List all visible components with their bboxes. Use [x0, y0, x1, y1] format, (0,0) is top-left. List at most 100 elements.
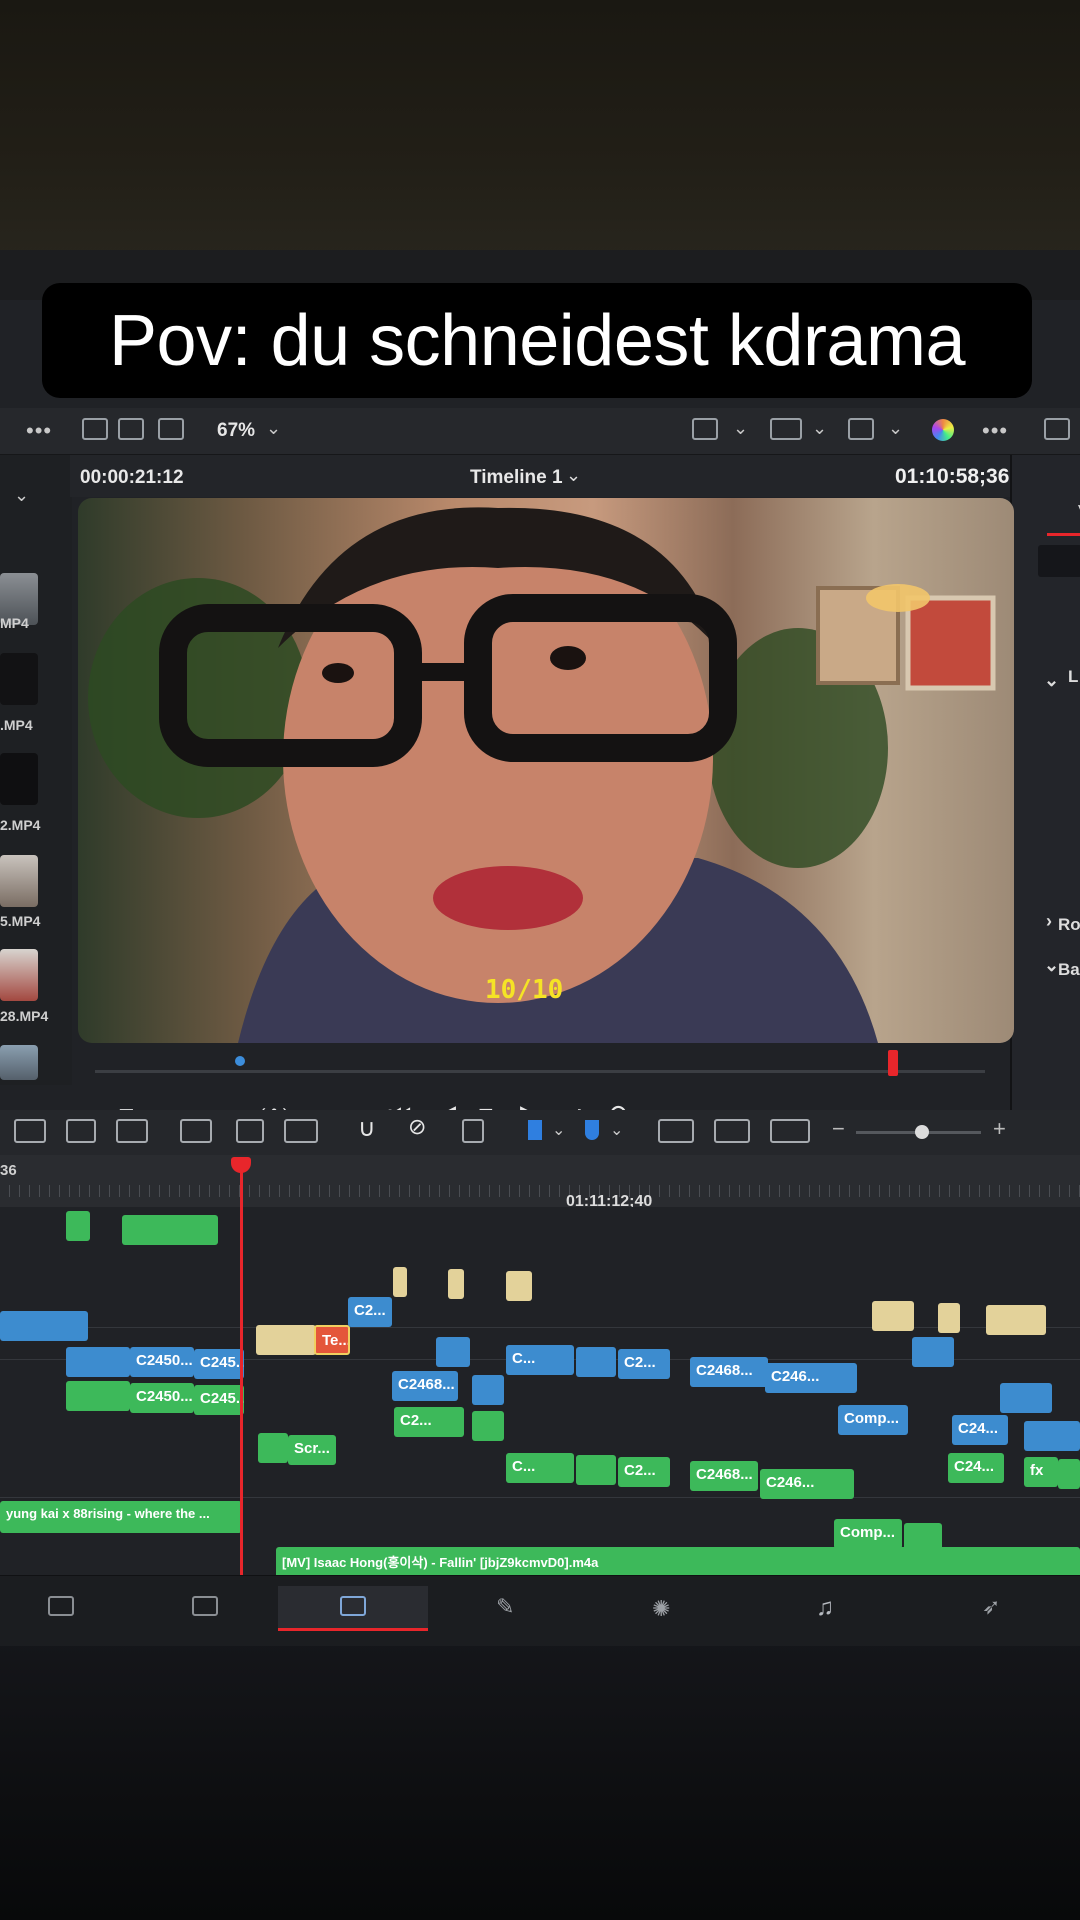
- overwrite-clip-icon[interactable]: [284, 1119, 318, 1143]
- chevron-down-icon[interactable]: ⌄: [266, 418, 281, 439]
- clip[interactable]: C2468...: [392, 1371, 458, 1401]
- clip[interactable]: [912, 1337, 954, 1367]
- chevron-down-icon[interactable]: ⌄: [552, 1120, 565, 1140]
- zoom-slider-handle[interactable]: [915, 1125, 929, 1139]
- hq-icon[interactable]: [770, 418, 802, 440]
- selection-mode-icon[interactable]: [14, 1119, 46, 1143]
- timeline-tracks[interactable]: Te... C2... C2450... C245... C... C2... …: [0, 1207, 1080, 1579]
- fairlight-page-icon[interactable]: ♫: [816, 1594, 834, 1622]
- clip[interactable]: Scr...: [288, 1435, 336, 1465]
- clip[interactable]: [472, 1411, 504, 1441]
- clip[interactable]: [986, 1305, 1046, 1335]
- lock-icon[interactable]: [462, 1119, 484, 1143]
- flag-icon[interactable]: [528, 1120, 542, 1140]
- clip[interactable]: C2...: [618, 1457, 670, 1487]
- media-thumbnail[interactable]: [0, 855, 38, 907]
- clip[interactable]: C24...: [952, 1415, 1008, 1445]
- clip[interactable]: C...: [506, 1453, 574, 1483]
- chevron-down-icon[interactable]: ⌄: [888, 418, 903, 439]
- clip-view-icon[interactable]: [118, 418, 144, 440]
- media-page-icon[interactable]: [48, 1596, 74, 1616]
- clip[interactable]: fx: [1024, 1457, 1058, 1487]
- chevron-down-icon[interactable]: ⌄: [14, 485, 29, 506]
- clip[interactable]: C2...: [618, 1349, 670, 1379]
- clip[interactable]: C2...: [348, 1297, 392, 1327]
- timeline-ruler[interactable]: [0, 1155, 1080, 1208]
- clip[interactable]: C...: [506, 1345, 574, 1375]
- zoom-in-icon[interactable]: +: [993, 1116, 1006, 1142]
- clip[interactable]: [576, 1455, 616, 1485]
- clip[interactable]: [506, 1271, 532, 1301]
- clip[interactable]: [872, 1301, 914, 1331]
- transform-icon[interactable]: [848, 418, 874, 440]
- inspector-section-label[interactable]: Ro: [1058, 915, 1080, 935]
- zoom-level[interactable]: 67%: [217, 420, 255, 442]
- clip[interactable]: [66, 1211, 90, 1241]
- clip[interactable]: Comp...: [838, 1405, 908, 1435]
- clip[interactable]: C2450...: [130, 1347, 194, 1377]
- timeline-playhead[interactable]: [240, 1160, 243, 1580]
- clip[interactable]: C246...: [765, 1363, 857, 1393]
- clip[interactable]: [448, 1269, 464, 1299]
- clip[interactable]: [1024, 1421, 1080, 1451]
- edit-page-icon[interactable]: [340, 1596, 366, 1616]
- zoom-detail-icon[interactable]: [714, 1119, 750, 1143]
- chevron-down-icon[interactable]: ⌄: [812, 418, 827, 439]
- clip[interactable]: C2450...: [130, 1383, 194, 1413]
- zoom-out-icon[interactable]: −: [832, 1116, 845, 1142]
- chevron-down-icon[interactable]: ⌄: [1044, 955, 1059, 976]
- clip[interactable]: [0, 1311, 88, 1341]
- clip[interactable]: C2...: [394, 1407, 464, 1437]
- zoom-custom-icon[interactable]: [770, 1119, 810, 1143]
- chevron-right-icon[interactable]: ›: [1046, 911, 1052, 932]
- trim-mode-icon[interactable]: [66, 1119, 96, 1143]
- dynamic-trim-icon[interactable]: [116, 1119, 148, 1143]
- clip[interactable]: [436, 1337, 470, 1367]
- clip[interactable]: [122, 1215, 218, 1245]
- link-icon[interactable]: ⊘: [408, 1114, 426, 1140]
- viewer-layout-icon[interactable]: [82, 418, 108, 440]
- media-thumbnail[interactable]: [0, 653, 38, 705]
- media-thumbnail[interactable]: [0, 753, 38, 805]
- clip[interactable]: [472, 1375, 504, 1405]
- color-page-icon[interactable]: ✺: [652, 1596, 670, 1622]
- clip[interactable]: C245...: [194, 1385, 244, 1415]
- clip[interactable]: C2468...: [690, 1357, 768, 1387]
- zoom-full-icon[interactable]: [658, 1119, 694, 1143]
- clip[interactable]: [938, 1303, 960, 1333]
- inspector-section-label[interactable]: Ba: [1058, 960, 1080, 980]
- strip-icon[interactable]: [158, 418, 184, 440]
- clip[interactable]: [66, 1347, 130, 1377]
- clip[interactable]: [66, 1381, 130, 1411]
- insert-clip-icon[interactable]: [236, 1119, 264, 1143]
- cut-page-icon[interactable]: [192, 1596, 218, 1616]
- clip[interactable]: [576, 1347, 616, 1377]
- safe-area-icon[interactable]: [692, 418, 718, 440]
- chevron-down-icon[interactable]: ⌄: [733, 418, 748, 439]
- clip[interactable]: Comp...: [834, 1519, 902, 1549]
- media-thumbnail[interactable]: [0, 949, 38, 1001]
- blade-icon[interactable]: [180, 1119, 212, 1143]
- color-wheel-icon[interactable]: [932, 419, 954, 441]
- chevron-down-icon[interactable]: ⌄: [610, 1120, 623, 1140]
- more-icon[interactable]: •••: [982, 418, 1008, 444]
- clip[interactable]: [256, 1325, 316, 1355]
- clip[interactable]: [393, 1267, 407, 1297]
- image-icon[interactable]: [1044, 418, 1070, 440]
- audio-clip[interactable]: yung kai x 88rising - where the ...: [0, 1501, 242, 1533]
- clip[interactable]: C245...: [194, 1349, 244, 1379]
- marker-icon[interactable]: [585, 1120, 599, 1140]
- clip[interactable]: [1000, 1383, 1052, 1413]
- clip-selected[interactable]: Te...: [314, 1325, 350, 1355]
- deliver-page-icon[interactable]: ➶: [982, 1594, 1000, 1620]
- clip[interactable]: C2468...: [690, 1461, 758, 1491]
- media-thumbnail[interactable]: [0, 1045, 38, 1080]
- inspector-section-label[interactable]: L: [1068, 667, 1078, 687]
- fusion-page-icon[interactable]: ✎: [496, 1594, 514, 1620]
- chevron-down-icon[interactable]: ⌄: [566, 465, 581, 486]
- timeline-selector[interactable]: Timeline 1: [470, 467, 563, 489]
- clip[interactable]: [1058, 1459, 1080, 1489]
- chevron-down-icon[interactable]: ⌄: [1044, 670, 1059, 691]
- clip[interactable]: C24...: [948, 1453, 1004, 1483]
- inspector-field[interactable]: [1038, 545, 1080, 577]
